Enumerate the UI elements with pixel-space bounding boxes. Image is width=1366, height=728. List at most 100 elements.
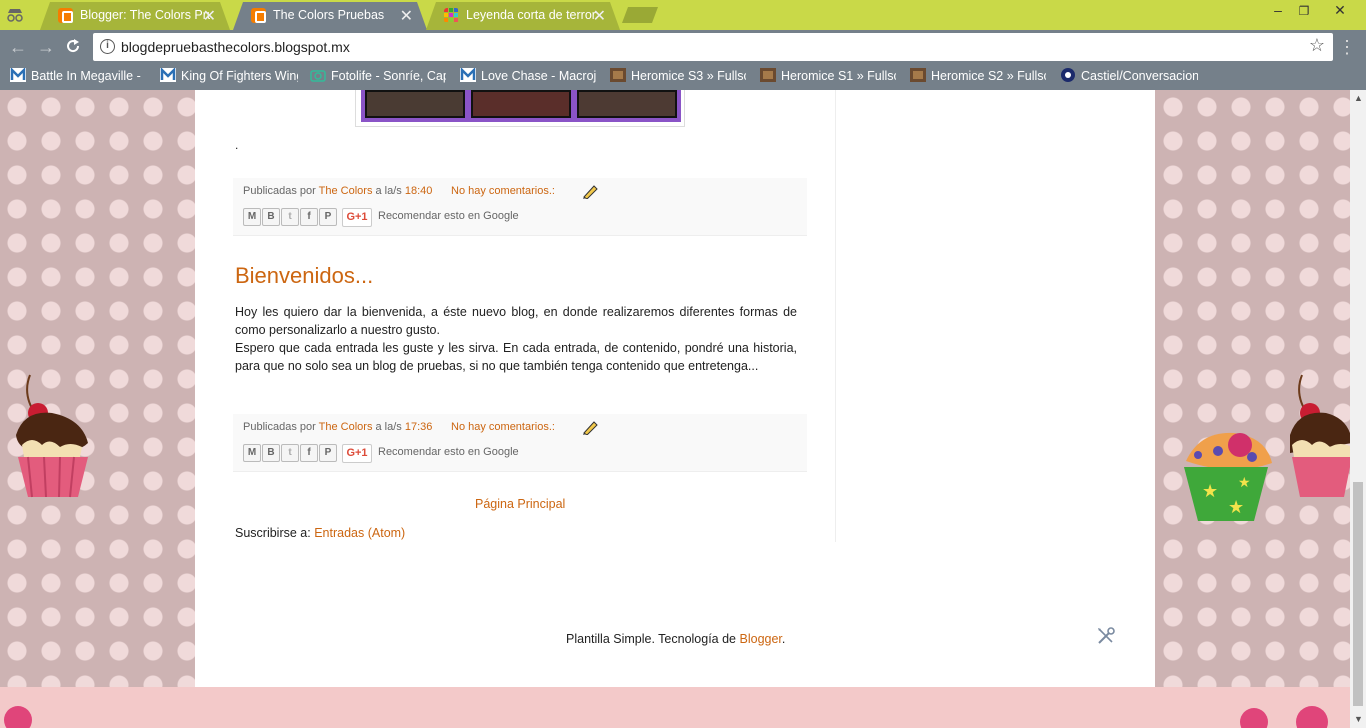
blogger-icon — [58, 8, 73, 23]
bookmark-item[interactable]: Heromice S3 » Fullscre — [610, 68, 746, 83]
facebook-share-icon[interactable]: f — [300, 208, 318, 226]
new-tab-button[interactable] — [622, 7, 658, 23]
bookmark-item[interactable]: Battle In Megaville - M — [10, 68, 145, 83]
info-icon[interactable]: i — [100, 39, 115, 54]
attribution-suffix: . — [781, 632, 786, 646]
macrojuegos-icon — [10, 68, 26, 82]
facebook-share-icon[interactable]: f — [300, 444, 318, 462]
close-tab-icon[interactable]: ✕ — [400, 6, 413, 26]
edit-pencil-icon[interactable] — [581, 419, 599, 435]
bookmark-star-icon[interactable]: ☆ — [1309, 35, 1325, 56]
author-link[interactable]: The Colors — [319, 421, 373, 433]
forward-icon[interactable]: → — [37, 37, 55, 58]
reload-icon[interactable] — [65, 38, 81, 54]
subscribe-line: Suscribirse a: Entradas (Atom) — [235, 526, 405, 540]
tab-blogger[interactable]: Blogger: The Colors Prue ✕ — [40, 2, 230, 30]
close-window-icon[interactable]: ✕ — [1330, 2, 1350, 19]
tab-the-colors[interactable]: The Colors Pruebas ✕ — [233, 2, 427, 30]
tab-title: Leyenda corta de terror | — [466, 8, 598, 22]
tab-strip: Blogger: The Colors Prue ✕ The Colors Pr… — [0, 0, 1366, 30]
post-paragraph: Espero que cada entrada les guste y les … — [235, 341, 797, 373]
bookmark-label: King Of Fighters Wing — [181, 69, 298, 83]
attribution-text: Plantilla Simple. Tecnología de — [566, 632, 740, 646]
bookmark-label: Castiel/Conversacione — [1081, 69, 1198, 83]
twitter-share-icon[interactable]: t — [281, 208, 299, 226]
blog-content: . Publicadas por The Colors a la/s 18:40… — [195, 90, 1155, 687]
gplus-button[interactable]: G+1 — [342, 444, 372, 463]
scroll-up-icon[interactable]: ▲ — [1354, 93, 1363, 103]
email-share-icon[interactable]: M — [243, 208, 261, 226]
blogthis-share-icon[interactable]: B — [262, 208, 280, 226]
minimize-icon[interactable]: – — [1268, 2, 1288, 18]
sidebar-divider — [835, 90, 836, 542]
bookmark-label: Battle In Megaville - M — [31, 69, 145, 83]
timestamp-link[interactable]: 17:36 — [405, 421, 433, 433]
post-meta: Publicadas por The Colors a la/s 17:36 — [243, 421, 432, 433]
home-page-link[interactable]: Página Principal — [475, 497, 565, 511]
url-text: blogdepruebasthecolors.blogspot.mx — [121, 39, 350, 55]
address-bar[interactable]: i blogdepruebasthecolors.blogspot.mx ☆ — [93, 33, 1333, 61]
background-band — [0, 687, 1350, 728]
post-body: Hoy les quiero dar la bienvenida, a éste… — [235, 303, 797, 375]
bookmark-item[interactable]: Heromice S1 » Fullscre — [760, 68, 896, 83]
camera-icon — [310, 70, 326, 82]
post-image[interactable] — [355, 90, 685, 127]
template-attribution: Plantilla Simple. Tecnología de Blogger. — [566, 632, 785, 646]
image-thumbnail — [577, 90, 677, 118]
close-tab-icon[interactable]: ✕ — [593, 6, 606, 26]
post-title[interactable]: Bienvenidos... — [235, 263, 373, 289]
incognito-menu-icon[interactable] — [6, 7, 24, 23]
macrojuegos-icon — [160, 68, 176, 82]
browser-toolbar: ← → i blogdepruebasthecolors.blogspot.mx… — [0, 30, 1366, 63]
author-link[interactable]: The Colors — [319, 185, 373, 197]
cupcake-left-icon — [16, 374, 88, 498]
scroll-down-icon[interactable]: ▼ — [1354, 714, 1363, 724]
edit-pencil-icon[interactable] — [581, 183, 599, 199]
bookmark-label: Love Chase - Macroju — [481, 69, 596, 83]
pinterest-share-icon[interactable]: P — [319, 444, 337, 462]
svg-text:★: ★ — [1202, 481, 1218, 502]
bookmark-item[interactable]: Heromice S2 » Fullscre — [910, 68, 1046, 83]
email-share-icon[interactable]: M — [243, 444, 261, 462]
rose-icon — [4, 706, 32, 728]
bookmark-item[interactable]: Love Chase - Macroju — [460, 68, 596, 83]
post-footer: Publicadas por The Colors a la/s 17:36 N… — [233, 414, 807, 472]
image-thumbnail — [471, 90, 571, 118]
bookmark-item[interactable]: Castiel/Conversacione — [1060, 68, 1198, 83]
macrojuegos-icon — [460, 68, 476, 82]
svg-text:★: ★ — [1238, 475, 1251, 491]
recommend-text: Recomendar esto en Google — [378, 446, 519, 458]
close-tab-icon[interactable]: ✕ — [203, 6, 216, 26]
gplus-button[interactable]: G+1 — [342, 208, 372, 227]
comments-link[interactable]: No hay comentarios.: — [451, 421, 555, 433]
post-paragraph: Hoy les quiero dar la bienvenida, a éste… — [235, 305, 797, 337]
cupcake-stars-icon: ★ ★ ★ — [1184, 432, 1272, 521]
scrollbar-thumb[interactable] — [1353, 482, 1363, 706]
subscribe-label: Suscribirse a: — [235, 526, 311, 540]
bookmark-label: Heromice S2 » Fullscre — [931, 69, 1046, 83]
maximize-icon[interactable]: ❐ — [1294, 4, 1314, 18]
tab-title: The Colors Pruebas — [273, 8, 385, 22]
bookmark-item[interactable]: King Of Fighters Wing — [160, 68, 298, 83]
castiel-icon — [1061, 68, 1075, 82]
blogthis-share-icon[interactable]: B — [262, 444, 280, 462]
tab-leyenda[interactable]: Leyenda corta de terror | ✕ — [426, 2, 620, 30]
twitter-share-icon[interactable]: t — [281, 444, 299, 462]
cupcake-right-icon — [1290, 374, 1350, 497]
layout-tools-icon[interactable] — [1096, 626, 1116, 646]
menu-kebab-icon[interactable]: ⋮ — [1338, 37, 1356, 58]
pinterest-share-icon[interactable]: P — [319, 208, 337, 226]
bookmark-item[interactable]: Fotolife - Sonríe, Capt — [310, 68, 446, 83]
blogger-icon — [251, 8, 266, 23]
blogger-link[interactable]: Blogger — [740, 632, 782, 646]
timestamp-link[interactable]: 18:40 — [405, 185, 433, 197]
atom-feed-link[interactable]: Entradas (Atom) — [314, 526, 405, 540]
page-scrollbar[interactable]: ▲ ▼ — [1350, 90, 1366, 728]
svg-text:★: ★ — [1228, 497, 1244, 518]
comments-link[interactable]: No hay comentarios.: — [451, 185, 555, 197]
published-by-label: Publicadas por — [243, 185, 316, 197]
back-icon[interactable]: ← — [9, 37, 27, 58]
image-thumbnail — [365, 90, 465, 118]
post-meta: Publicadas por The Colors a la/s 18:40 — [243, 185, 432, 197]
published-by-label: Publicadas por — [243, 421, 316, 433]
